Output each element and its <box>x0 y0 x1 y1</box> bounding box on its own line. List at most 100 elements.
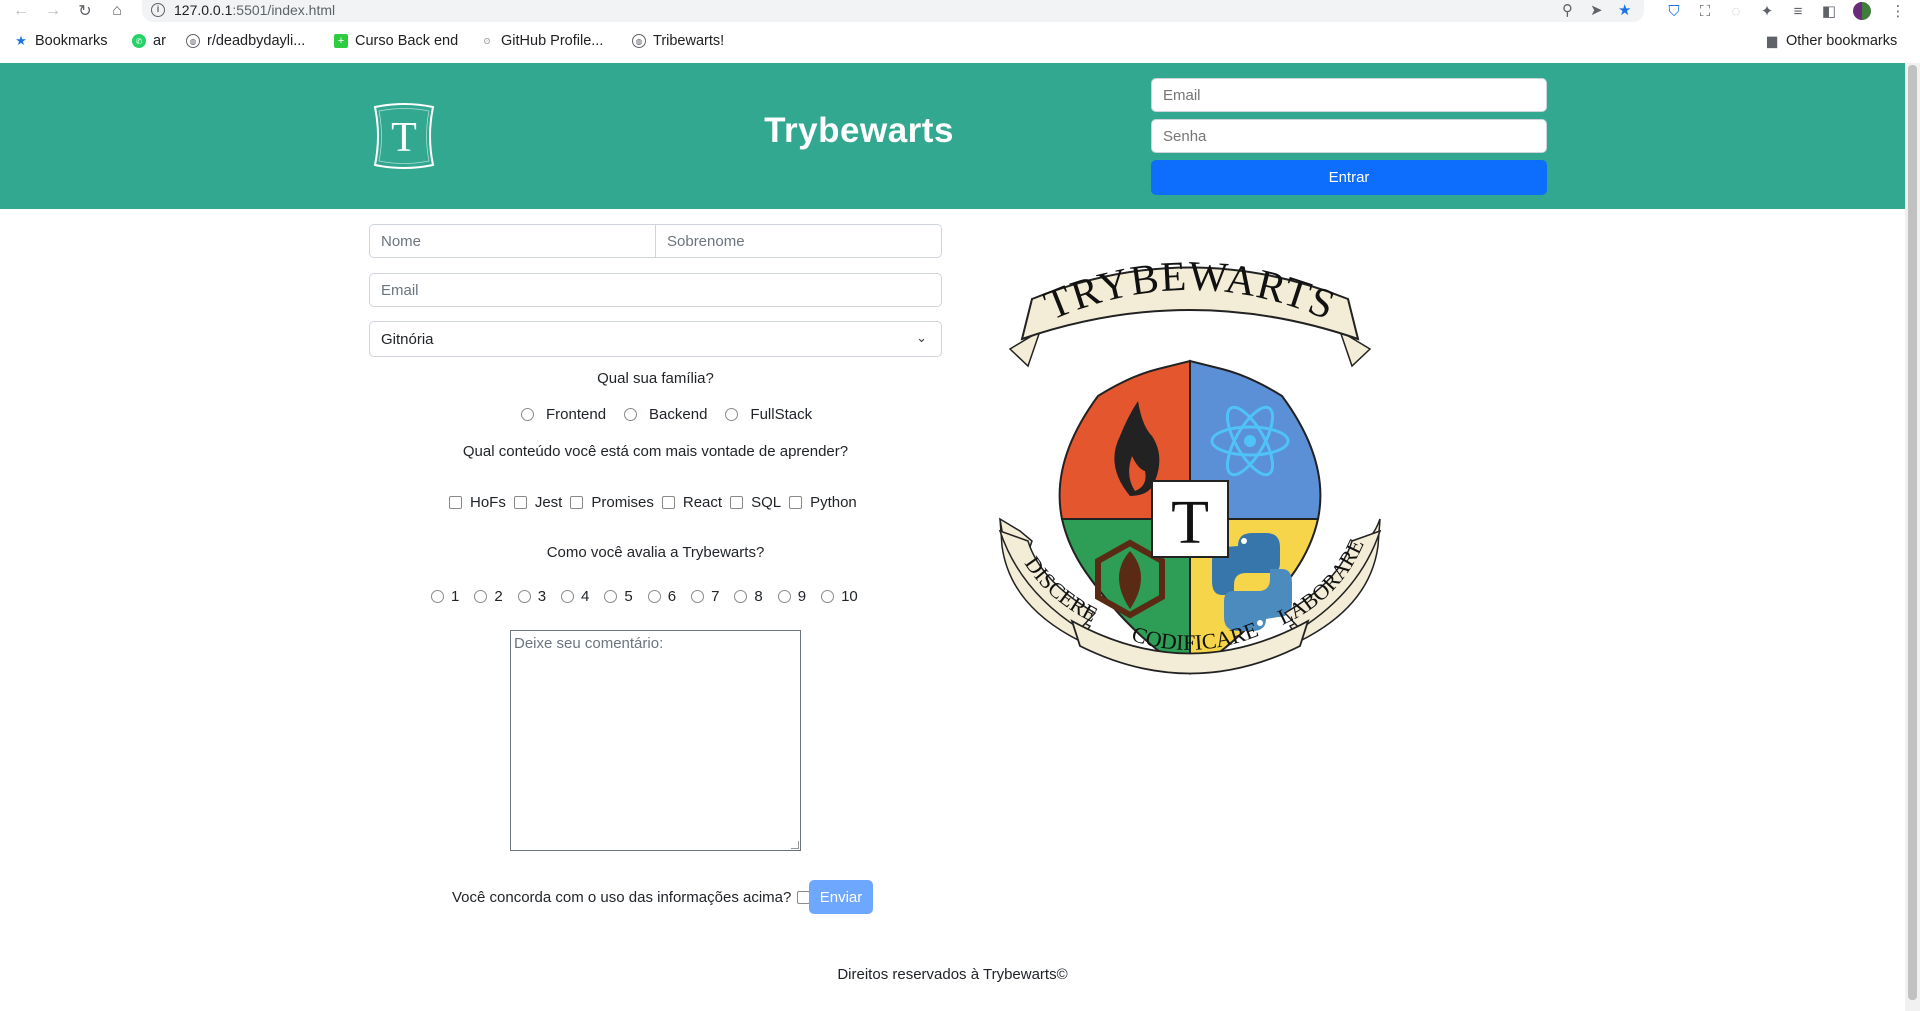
content-checkbox[interactable] <box>513 496 527 509</box>
rating-question: Como você avalia a Trybewarts? <box>546 544 765 561</box>
rating-option-1[interactable]: 1 <box>431 588 459 605</box>
svg-text:TRYBEWARTS: TRYBEWARTS <box>1038 254 1341 330</box>
rating-option-5[interactable]: 5 <box>604 588 633 605</box>
star-icon: ★ <box>15 33 27 48</box>
extensions-puzzle-icon[interactable]: ✦ <box>1757 1 1777 21</box>
content-checkbox[interactable] <box>570 496 584 509</box>
bookmark-item-tribewarts[interactable]: ◍ Tribewarts! <box>632 33 724 49</box>
folder-icon: ▆ <box>1767 33 1777 48</box>
reload-icon[interactable]: ↻ <box>74 0 96 22</box>
content-option-python[interactable]: Python <box>789 494 857 511</box>
rating-option-7[interactable]: 7 <box>691 588 719 605</box>
home-icon[interactable]: ⌂ <box>106 0 128 22</box>
rating-radio-group: 1 2 3 4 5 6 7 8 9 10 <box>431 588 858 605</box>
family-question: Qual sua família? <box>597 370 714 387</box>
first-name-input[interactable]: Nome <box>369 224 656 258</box>
rating-option-8[interactable]: 8 <box>734 588 763 605</box>
agreement-row: Você concorda com o uso das informações … <box>452 889 811 906</box>
rating-radio[interactable] <box>777 590 791 603</box>
address-bar[interactable]: i 127.0.0.1:5501/index.html ⚲ ➤ ★ <box>142 0 1644 22</box>
crest-shield: T <box>1058 359 1322 675</box>
page-viewport: T Trybewarts Entrar Nome Sobrenome Email… <box>0 63 1905 1011</box>
content-checkbox[interactable] <box>661 496 675 509</box>
bookmark-star-icon[interactable]: ★ <box>1618 1 1631 19</box>
content-option-react[interactable]: React <box>661 494 722 511</box>
content-checkbox[interactable] <box>730 496 744 509</box>
family-option-frontend[interactable]: Frontend <box>521 406 606 423</box>
rating-radio[interactable] <box>647 590 661 603</box>
resize-handle-icon[interactable] <box>791 841 799 849</box>
family-option-fullstack[interactable]: FullStack <box>725 406 812 423</box>
site-header: T Trybewarts Entrar <box>0 63 1905 209</box>
family-radio[interactable] <box>521 408 534 421</box>
reading-list-icon[interactable]: ≡ <box>1788 1 1808 21</box>
content-option-sql[interactable]: SQL <box>730 494 781 511</box>
bookmark-item-ar[interactable]: ✆ ar <box>132 33 166 49</box>
login-email-input[interactable] <box>1151 78 1547 112</box>
rating-radio[interactable] <box>821 590 835 603</box>
rating-radio[interactable] <box>474 590 488 603</box>
bookmark-item-github-profile[interactable]: ʘ GitHub Profile... <box>480 33 603 49</box>
content-checkbox[interactable] <box>449 496 462 509</box>
comment-textarea[interactable]: Deixe seu comentário: <box>510 630 801 851</box>
forward-icon[interactable]: → <box>42 0 64 22</box>
page-scrollbar[interactable] <box>1905 63 1920 1011</box>
url-text: 127.0.0.1:5501/index.html <box>174 2 336 18</box>
house-select[interactable]: Gitnória ⌄ <box>369 321 942 357</box>
form-email-input[interactable]: Email <box>369 273 942 307</box>
rating-option-3[interactable]: 3 <box>517 588 546 605</box>
content-checkbox[interactable] <box>789 496 803 509</box>
bookmark-item-deadbydaylight[interactable]: ◍ r/deadbydayli... <box>186 33 305 49</box>
rating-radio[interactable] <box>431 590 444 603</box>
last-name-input[interactable]: Sobrenome <box>655 224 942 258</box>
rating-radio[interactable] <box>734 590 748 603</box>
side-panel-icon[interactable]: ◧ <box>1819 1 1839 21</box>
scrollbar-thumb[interactable] <box>1908 65 1917 1000</box>
family-radio[interactable] <box>725 408 739 421</box>
trybewarts-logo: T <box>373 103 435 169</box>
content-question: Qual conteúdo você está com mais vontade… <box>462 443 849 460</box>
bitwarden-extension-icon[interactable]: ⛉ <box>1664 1 1684 21</box>
rating-radio[interactable] <box>604 590 618 603</box>
family-radio[interactable] <box>624 408 638 421</box>
rating-option-6[interactable]: 6 <box>647 588 676 605</box>
rating-radio[interactable] <box>691 590 705 603</box>
house-selected-value: Gitnória <box>381 330 434 348</box>
agreement-label: Você concorda com o uso das informações … <box>452 889 792 906</box>
globe-icon: ◍ <box>186 34 200 48</box>
family-option-backend[interactable]: Backend <box>624 406 707 423</box>
screenshot-extension-icon[interactable]: ⛶ <box>1695 1 1715 21</box>
zoom-icon[interactable]: ⚲ <box>1562 1 1573 19</box>
family-radio-group: Frontend Backend FullStack <box>521 406 812 423</box>
rating-option-2[interactable]: 2 <box>474 588 503 605</box>
rating-radio[interactable] <box>561 590 575 603</box>
crest-top-banner: TRYBEWARTS <box>1008 254 1372 368</box>
content-option-promises[interactable]: Promises <box>570 494 654 511</box>
footer-copyright: Direitos reservados à Trybewarts© <box>837 966 1068 983</box>
site-title: Trybewarts <box>764 111 954 150</box>
login-button[interactable]: Entrar <box>1151 160 1547 195</box>
bookmarks-bar: ★ Bookmarks ✆ ar ◍ r/deadbydayli... + Cu… <box>0 31 1920 57</box>
browser-toolbar: ← → ↻ ⌂ i 127.0.0.1:5501/index.html ⚲ ➤ … <box>0 0 1920 23</box>
login-password-input[interactable] <box>1151 119 1547 153</box>
submit-button[interactable]: Enviar <box>809 880 873 914</box>
rating-radio[interactable] <box>517 590 531 603</box>
browser-chrome: ← → ↻ ⌂ i 127.0.0.1:5501/index.html ⚲ ➤ … <box>0 0 1920 63</box>
content-option-hofs[interactable]: HoFs <box>449 494 506 511</box>
rating-option-4[interactable]: 4 <box>561 588 589 605</box>
profile-avatar[interactable] <box>1852 1 1872 21</box>
back-icon[interactable]: ← <box>10 0 32 22</box>
logo-letter: T <box>391 115 417 161</box>
extension-icon[interactable]: ◌ <box>1726 1 1746 21</box>
bookmark-item-bookmarks[interactable]: ★ Bookmarks <box>14 33 107 49</box>
whatsapp-icon: ✆ <box>132 34 146 48</box>
rating-option-10[interactable]: 10 <box>821 588 858 605</box>
bookmark-item-curso-back-end[interactable]: + Curso Back end <box>334 33 458 49</box>
crest-banner-text: TRYBEWARTS <box>1038 254 1340 330</box>
send-icon[interactable]: ➤ <box>1590 1 1603 19</box>
rating-option-9[interactable]: 9 <box>777 588 806 605</box>
browser-menu-icon[interactable]: ⋮ <box>1888 1 1908 21</box>
site-info-icon[interactable]: i <box>151 3 165 17</box>
other-bookmarks[interactable]: ▆ Other bookmarks <box>1765 33 1897 49</box>
content-option-jest[interactable]: Jest <box>513 494 562 511</box>
